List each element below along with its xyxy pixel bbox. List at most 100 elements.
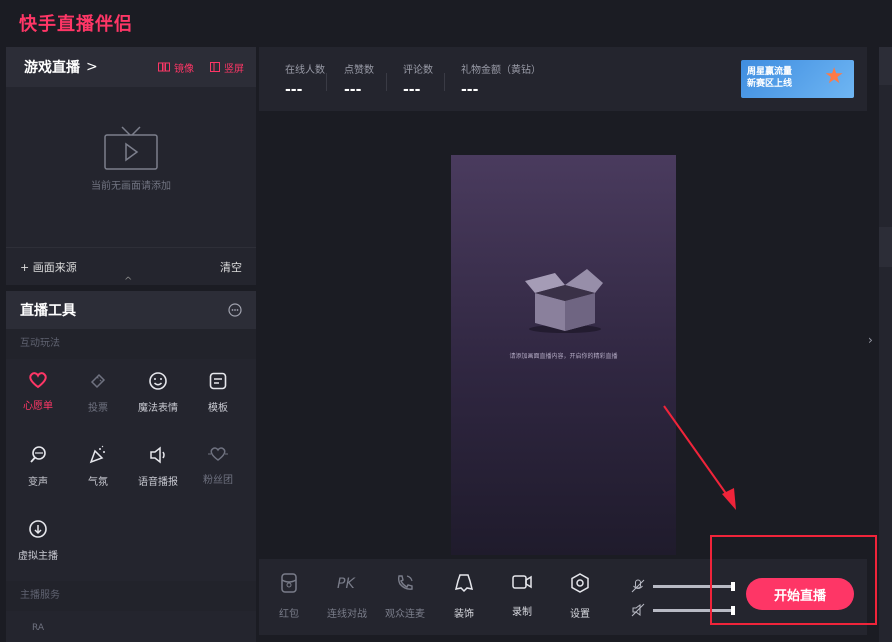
tools-panel: 直播工具 互动玩法 心愿单 投票 魔法表情 模板 变声 气氛 语音播报 粉丝团 … (6, 291, 256, 642)
settings-icon (571, 573, 589, 593)
stat-comments: 评论数 --- (403, 61, 433, 98)
right-panel-header (879, 47, 892, 85)
annotation-highlight-box (710, 535, 877, 625)
stat-value: --- (344, 82, 362, 98)
toolbar-label: 观众连麦 (385, 609, 425, 620)
tools-panel-header: 直播工具 (6, 291, 256, 329)
toolbar-label: 装饰 (454, 609, 474, 620)
tool-voice-change[interactable]: 变声 (8, 443, 68, 509)
speaker-icon (150, 446, 165, 464)
party-popper-icon (89, 445, 105, 464)
audience-link-button[interactable]: 观众连麦 (377, 573, 433, 620)
tool-label: 粉丝团 (203, 475, 233, 486)
fan-club-icon (208, 447, 228, 461)
stat-value: --- (461, 82, 479, 98)
chevron-right-icon[interactable]: > (86, 59, 98, 75)
speaker-muted-icon[interactable] (631, 603, 645, 617)
template-icon (209, 372, 227, 390)
tool-vote[interactable]: 投票 (68, 369, 128, 435)
portrait-label: 竖屏 (224, 63, 244, 75)
tv-icon (104, 126, 158, 170)
section-interactive: 互动玩法 (6, 329, 256, 359)
annotation-arrow-icon (663, 405, 736, 510)
record-icon (512, 575, 532, 589)
stat-label: 点赞数 (344, 65, 374, 76)
pk-battle-button[interactable]: PK 连线对战 (319, 573, 375, 620)
stat-online: 在线人数 --- (285, 61, 325, 98)
stat-value: --- (285, 82, 303, 98)
section-service: 主播服务 (6, 581, 256, 611)
partial-tool-row: RA (32, 623, 45, 633)
promo-banner[interactable]: 周星赢流量 新赛区上线 ★ (741, 60, 854, 98)
decoration-button[interactable]: 装饰 (436, 573, 492, 620)
empty-box-icon (525, 269, 603, 333)
source-panel: 游戏直播 > 镜像 竖屏 当前无画面请添加 + 画面来源 清空 (6, 47, 256, 285)
source-empty-state: 当前无画面请添加 (6, 87, 256, 247)
phone-link-icon (397, 575, 413, 590)
stat-value: --- (403, 82, 421, 98)
red-packet-button[interactable]: 红包 (261, 573, 317, 620)
banner-line-2: 新赛区上线 (747, 79, 793, 89)
stats-bar: 在线人数 --- 点赞数 --- 评论数 --- 礼物金额（黄钻） --- 周星… (259, 47, 867, 111)
tool-label: 气氛 (88, 477, 108, 488)
svg-text:PK: PK (337, 576, 356, 592)
scene-selector[interactable]: 游戏直播 (24, 57, 80, 77)
app-title: 快手直播伴侣 (19, 14, 133, 35)
preview-hint: 请添加画面直播内容，开启你的精彩直播 (509, 353, 618, 360)
tool-grid: 心愿单 投票 魔法表情 模板 变声 气氛 语音播报 粉丝团 虚拟主播 (6, 359, 256, 583)
tool-label: 变声 (28, 477, 48, 488)
mic-muted-icon[interactable] (631, 579, 645, 593)
tools-panel-title: 直播工具 (20, 303, 76, 319)
settings-button[interactable]: 设置 (552, 573, 608, 620)
tool-label: 魔法表情 (138, 403, 178, 414)
voice-change-icon (30, 446, 46, 463)
mirror-icon (158, 62, 170, 72)
empty-source-text: 当前无画面请添加 (91, 181, 171, 192)
ticket-icon (90, 373, 106, 389)
smile-icon (149, 372, 167, 390)
tool-voice-broadcast[interactable]: 语音播报 (128, 443, 188, 509)
portrait-mode-button[interactable]: 竖屏 (210, 60, 244, 75)
tool-fan-club[interactable]: 粉丝团 (188, 443, 248, 509)
tool-atmosphere[interactable]: 气氛 (68, 443, 128, 509)
right-side-panel (879, 47, 892, 642)
clear-sources-button[interactable]: 清空 (220, 259, 242, 275)
toolbar-label: 连线对战 (327, 609, 367, 620)
preview-area: 请添加画面直播内容，开启你的精彩直播 (259, 115, 867, 555)
record-button[interactable]: 录制 (494, 573, 550, 618)
tool-label: 语音播报 (138, 477, 178, 488)
tool-virtual-host[interactable]: 虚拟主播 (8, 517, 68, 583)
tool-wishlist[interactable]: 心愿单 (8, 369, 68, 435)
add-source-button[interactable]: + 画面来源 (20, 259, 77, 275)
heart-icon (29, 372, 47, 389)
red-packet-icon (281, 573, 297, 593)
tool-label: 模板 (208, 403, 228, 414)
stat-divider (444, 73, 445, 91)
mirror-button[interactable]: 镜像 (158, 60, 194, 75)
portrait-icon (210, 62, 220, 72)
tool-label: 虚拟主播 (18, 551, 58, 562)
tool-label: 心愿单 (23, 401, 53, 412)
more-options-icon[interactable] (228, 303, 242, 317)
banner-line-1: 周星赢流量 (747, 67, 793, 77)
tool-magic-emoji[interactable]: 魔法表情 (128, 369, 188, 435)
toolbar-label: 红包 (279, 609, 299, 620)
right-panel-header (879, 227, 892, 267)
phone-preview: 请添加画面直播内容，开启你的精彩直播 (451, 155, 676, 555)
expand-right-icon[interactable]: › (868, 333, 873, 347)
stat-gift-amount: 礼物金额（黄钻） --- (461, 61, 541, 98)
collapse-caret-icon[interactable]: ^ (124, 276, 132, 287)
decoration-icon (454, 574, 474, 593)
stat-likes: 点赞数 --- (344, 61, 374, 98)
toolbar-label: 录制 (512, 607, 532, 618)
app-window: 快手直播伴侣 游戏直播 > 镜像 竖屏 当前无画面请添加 + 画面来源 清空 ^… (0, 0, 892, 642)
star-icon: ★ (824, 64, 844, 89)
source-panel-header: 游戏直播 > 镜像 竖屏 (6, 47, 256, 87)
pk-icon: PK (337, 576, 356, 592)
virtual-host-icon (29, 520, 47, 538)
toolbar-label: 设置 (570, 609, 590, 620)
stat-divider (326, 73, 327, 91)
tool-template[interactable]: 模板 (188, 369, 248, 435)
stat-divider (386, 73, 387, 91)
stat-label: 评论数 (403, 65, 433, 76)
